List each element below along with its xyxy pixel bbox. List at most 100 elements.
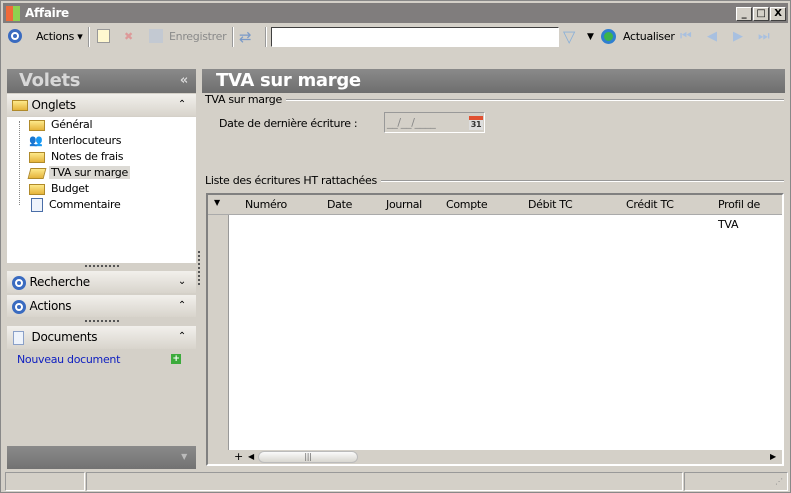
separator [88,27,90,47]
tree-item-label: Commentaire [49,198,121,211]
tree-line [19,121,20,205]
status-panel [86,472,683,491]
minimize-button[interactable]: _ [736,7,752,21]
tree-item-commentaire[interactable]: Commentaire [29,197,122,213]
folder-icon [29,119,45,131]
save-button[interactable]: Enregistrer [169,29,227,45]
folder-open-icon [27,167,47,179]
sync-icon[interactable]: ⇄ [239,29,252,45]
documents-panel-header[interactable]: Documents ⌃ [7,326,196,349]
tree-item-budget[interactable]: Budget [29,181,91,197]
status-panel [684,472,788,491]
app-logo-icon [6,6,20,21]
onglets-panel-header[interactable]: Onglets ⌃ [7,94,196,116]
group-title: Liste des écritures HT rattachées [205,174,381,187]
folder-icon [29,183,45,195]
tree-item-label: TVA sur marge [49,166,130,179]
separator [232,27,234,47]
group-title: TVA sur marge [205,93,286,106]
refresh-button[interactable]: Actualiser [623,29,675,45]
scroll-right-icon[interactable]: ▶ [770,450,776,464]
tree-item-label: Interlocuteurs [48,134,122,147]
column-header-debit-tc[interactable]: Débit TC [528,195,573,215]
refresh-icon[interactable] [601,29,616,44]
column-header-journal[interactable]: Journal [386,195,422,215]
row-selector-column [208,215,229,451]
collapse-chevron-icon[interactable]: ⌃ [178,326,186,348]
tree-item-label: Général [51,118,93,131]
scroll-left-icon[interactable]: ◀ [248,450,254,464]
tree-item-label: Notes de frais [51,150,124,163]
toolbar: Actions ▾ ✖ Enregistrer ⇄ ▽ ▼ Actualiser… [3,24,788,50]
status-panel [5,472,85,491]
delete-icon[interactable]: ✖ [124,29,133,45]
date-field[interactable]: __/__/____ 31 [384,112,485,133]
collapse-chevron-icon[interactable]: ⌃ [178,295,186,317]
new-icon[interactable] [97,29,110,43]
splitter-handle[interactable] [85,320,119,322]
entries-grid: ▼ Numéro Date Journal Compte Débit TC Cr… [206,193,784,466]
document-icon [31,198,43,212]
document-icon [13,330,24,345]
new-document-link[interactable]: Nouveau document [17,353,120,366]
column-chooser-icon[interactable]: ▼ [214,198,220,207]
splitter-handle[interactable] [85,265,119,267]
folder-icon [12,100,28,111]
folder-icon [29,151,45,163]
actions-menu-button[interactable]: Actions ▾ [36,29,83,45]
horizontal-scrollbar[interactable]: + ◀ ||| ▶ [208,450,782,464]
tree-item-notes-de-frais[interactable]: Notes de frais [29,149,125,165]
actions-label: Actions [36,30,75,43]
page-header: TVA sur marge [202,69,785,93]
dropdown-arrow-icon[interactable]: ▼ [181,452,187,461]
ring-icon [12,275,26,290]
title-bar: Affaire _ □ X [3,3,788,23]
column-header-date[interactable]: Date [327,195,352,215]
add-row-button[interactable]: + [234,450,243,464]
next-record-icon[interactable]: ▶ [733,29,743,45]
close-button[interactable]: X [770,7,786,21]
actions-panel-header[interactable]: Actions ⌃ [7,295,196,317]
group-divider [206,100,784,101]
collapse-sidebar-button[interactable]: « [180,69,188,93]
tree-item-tva-sur-marge[interactable]: TVA sur marge [27,165,130,181]
vertical-splitter-handle[interactable] [198,251,200,285]
tree-item-label: Budget [51,182,89,195]
first-record-icon[interactable]: ⏮ [680,29,692,45]
search-input[interactable] [271,27,559,47]
recherche-panel-header[interactable]: Recherche ⌄ [7,271,196,293]
window-title: Affaire [25,6,69,20]
actions-label: Actions [29,299,72,313]
recherche-label: Recherche [29,275,91,289]
menu-ring-icon[interactable] [8,29,22,43]
scroll-thumb[interactable]: ||| [258,451,358,463]
column-header-profil-tva[interactable]: Profil de TVA [718,195,782,235]
separator [265,27,267,47]
column-header-numero[interactable]: Numéro [245,195,287,215]
expand-chevron-icon[interactable]: ⌄ [178,271,186,293]
maximize-button[interactable]: □ [753,7,769,21]
filter-icon[interactable]: ▽ [563,29,575,45]
ring-icon [12,299,26,314]
tree-item-general[interactable]: Général [29,117,94,133]
sidebar-header: Volets « [7,69,196,93]
users-icon: 👥 [29,134,43,147]
filter-dropdown-icon[interactable]: ▼ [587,29,594,45]
add-document-icon[interactable]: + [171,354,181,364]
page-title: TVA sur marge [216,70,361,91]
grid-header: ▼ Numéro Date Journal Compte Débit TC Cr… [208,195,782,231]
calendar-icon[interactable]: 31 [469,116,483,130]
column-header-credit-tc[interactable]: Crédit TC [626,195,674,215]
previous-record-icon[interactable]: ◀ [707,29,717,45]
tree-item-interlocuteurs[interactable]: 👥 Interlocuteurs [29,133,123,149]
onglets-tree: Général 👥 Interlocuteurs Notes de frais T… [7,117,196,263]
resize-grip-icon[interactable]: ⋰ [775,477,783,486]
save-icon[interactable] [149,29,163,43]
onglets-label: Onglets [31,98,77,112]
collapse-chevron-icon[interactable]: ⌃ [178,94,186,116]
date-label: Date de dernière écriture : [219,117,358,130]
status-bar: ⋰ [5,472,788,491]
last-record-icon[interactable]: ⏭ [758,29,770,45]
date-value: __/__/____ [387,116,436,129]
column-header-compte[interactable]: Compte [446,195,488,215]
